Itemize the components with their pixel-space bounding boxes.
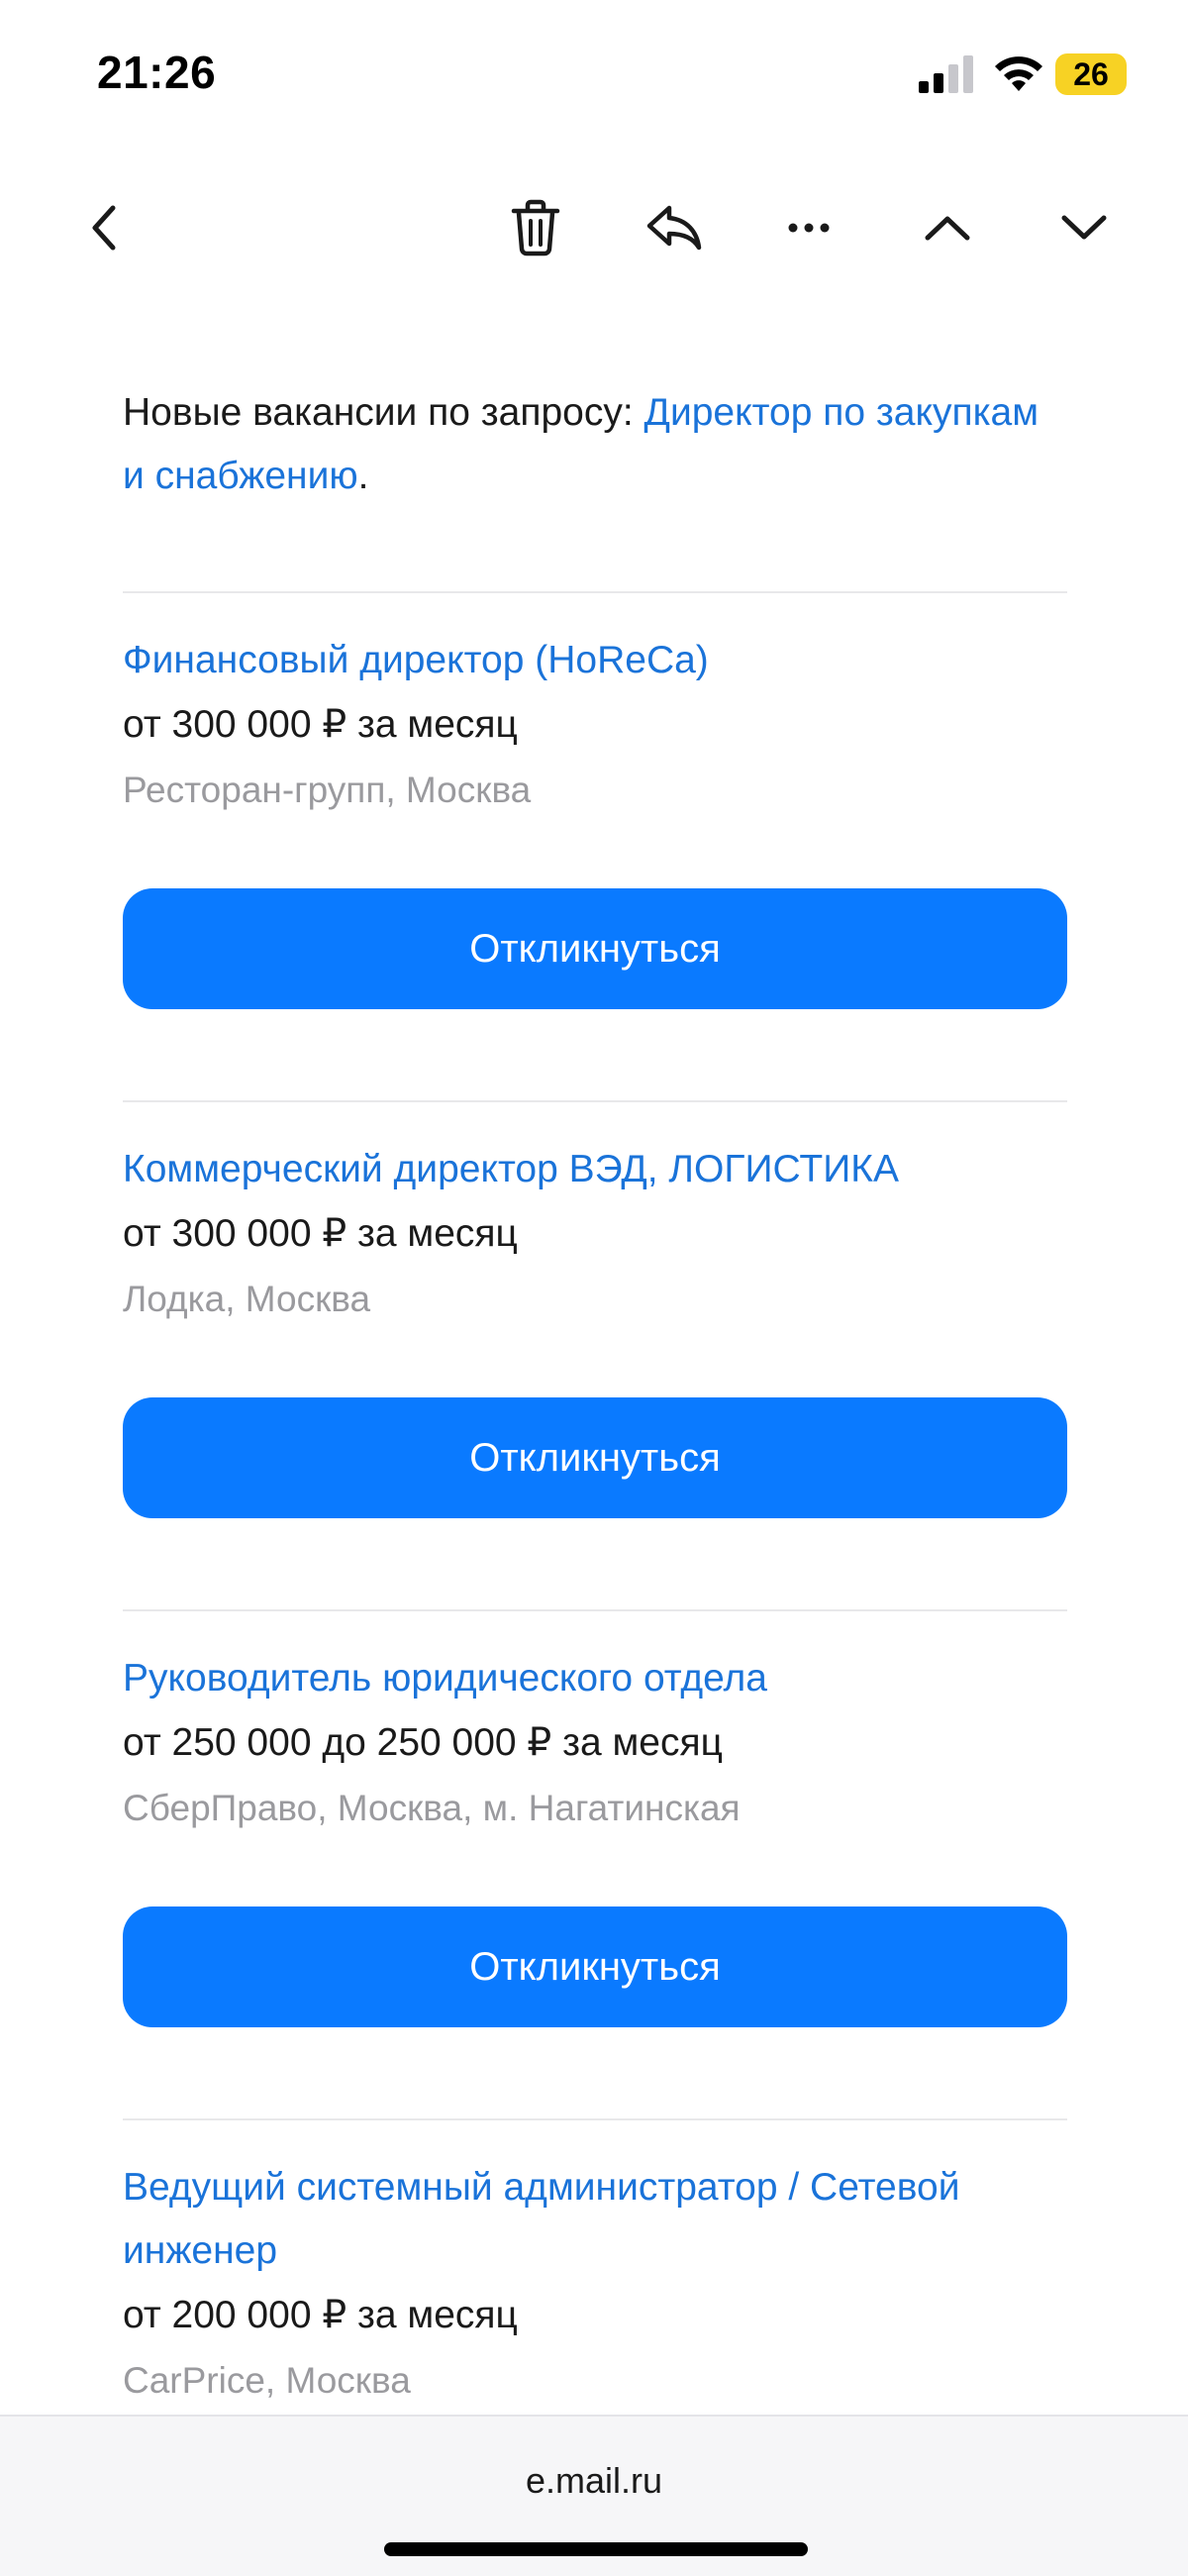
previous-message-button[interactable] [903, 178, 992, 277]
job-salary: от 250 000 до 250 000 ₽ за месяц [123, 1721, 723, 1764]
job-company: CarPrice, Москва [123, 2360, 411, 2401]
intro-prefix: Новые вакансии по запросу: [123, 391, 644, 434]
delete-button[interactable] [491, 178, 580, 277]
apply-button[interactable]: Откликнуться [123, 1906, 1067, 2027]
chevron-down-icon [1061, 215, 1107, 240]
wifi-icon [995, 56, 1042, 91]
intro-text: Новые вакансии по запросу: Директор по з… [123, 381, 1067, 508]
job-title-link[interactable]: Финансовый директор (HoReCa) [123, 629, 1067, 692]
mail-toolbar [0, 178, 1188, 277]
home-indicator[interactable] [384, 2542, 808, 2556]
reply-icon [646, 205, 702, 251]
more-button[interactable] [764, 178, 853, 277]
job-card: Финансовый директор (HoReCa) от 300 000 … [123, 593, 1067, 1009]
job-salary: от 200 000 ₽ за месяц [123, 2294, 518, 2336]
reply-button[interactable] [630, 178, 719, 277]
job-title-link[interactable]: Руководитель юридического отдела [123, 1647, 1067, 1710]
battery-icon: 26 [1055, 53, 1127, 95]
back-chevron-icon [92, 205, 116, 251]
next-message-button[interactable] [1040, 178, 1129, 277]
job-title-link[interactable]: Ведущий системный администратор / Сетево… [123, 2156, 1067, 2283]
job-card: Коммерческий директор ВЭД, ЛОГИСТИКА от … [123, 1102, 1067, 1518]
job-company: Лодка, Москва [123, 1279, 371, 1319]
job-company: Ресторан-групп, Москва [123, 770, 532, 810]
email-body: Новые вакансии по запросу: Директор по з… [123, 381, 1067, 2414]
job-card: Ведущий системный администратор / Сетево… [123, 2120, 1067, 2414]
job-salary: от 300 000 ₽ за месяц [123, 1212, 518, 1255]
chevron-up-icon [925, 216, 970, 241]
apply-button[interactable]: Откликнуться [123, 1397, 1067, 1518]
address-domain[interactable]: e.mail.ru [0, 2460, 1188, 2502]
back-button[interactable] [59, 178, 148, 277]
status-time: 21:26 [97, 47, 217, 98]
more-icon [788, 223, 830, 233]
status-bar: 21:26 26 [0, 0, 1188, 149]
browser-bottom-bar: e.mail.ru [0, 2415, 1188, 2576]
job-salary: от 300 000 ₽ за месяц [123, 703, 518, 746]
trash-icon [511, 199, 560, 257]
intro-suffix: . [357, 455, 369, 497]
job-company: СберПраво, Москва, м. Нагатинская [123, 1788, 741, 1828]
job-card: Руководитель юридического отдела от 250 … [123, 1611, 1067, 2027]
job-title-link[interactable]: Коммерческий директор ВЭД, ЛОГИСТИКА [123, 1138, 1067, 1201]
signal-icon [919, 55, 973, 93]
apply-button[interactable]: Откликнуться [123, 888, 1067, 1009]
